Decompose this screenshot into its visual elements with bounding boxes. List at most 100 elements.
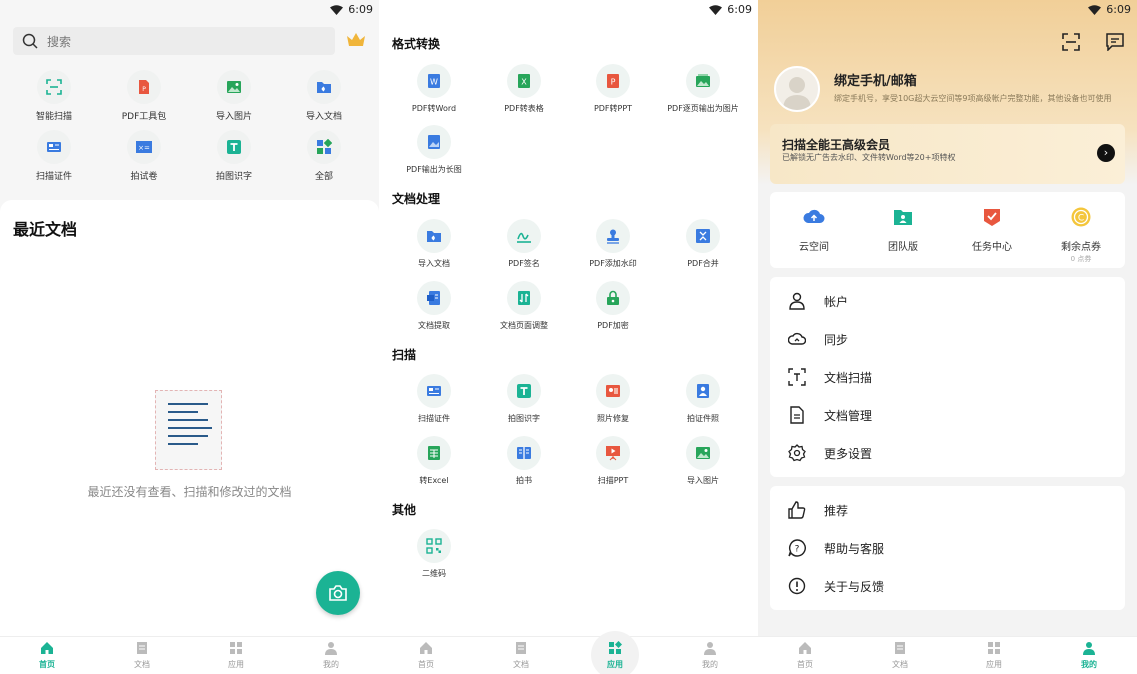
quick-coupons[interactable]: C 剩余点券 0 点券 (1037, 206, 1125, 264)
app-qr-code[interactable]: 二维码 (389, 529, 479, 579)
menu-label: 文档管理 (824, 409, 873, 423)
app-label: 转Excel (419, 476, 449, 485)
tool-scan-id[interactable]: 扫描证件 (14, 130, 94, 182)
app-import-image[interactable]: 导入图片 (658, 436, 748, 486)
tab-home[interactable]: 首页 (17, 641, 77, 670)
tab-apps[interactable]: 应用 (206, 641, 266, 670)
svg-text:W: W (430, 78, 438, 87)
camera-button[interactable] (316, 571, 360, 615)
tool-all[interactable]: 全部 (284, 130, 364, 182)
wifi-icon (1088, 5, 1101, 15)
app-pdf-signature[interactable]: PDF签名 (479, 219, 569, 269)
crown-icon[interactable] (346, 32, 366, 48)
app-scan-id[interactable]: 扫描证件 (389, 374, 479, 424)
apps-icon (609, 640, 623, 654)
app-pdf-pages-to-images[interactable]: PDF逐页输出为图片 (658, 64, 748, 114)
app-ocr-text[interactable]: 拍图识字 (479, 374, 569, 424)
section-title-format-conversion: 格式转换 (392, 37, 441, 51)
app-pdf-to-excel[interactable]: X PDF转表格 (479, 64, 569, 114)
qr-code-icon (426, 538, 442, 554)
wifi-icon (330, 5, 343, 15)
tab-me[interactable]: 我的 (301, 641, 361, 670)
tab-documents[interactable]: 文档 (491, 641, 551, 670)
tool-label: 智能扫描 (35, 112, 72, 122)
scan-frame-icon[interactable] (1062, 33, 1080, 51)
tool-label: 拍图识字 (215, 172, 252, 182)
status-time: 6:09 (727, 3, 752, 16)
menu-about-feedback[interactable]: 关于与反馈 (770, 567, 1125, 605)
app-label: PDF输出为长图 (406, 165, 462, 174)
quick-task-center[interactable]: 任务中心 (948, 206, 1036, 253)
section-title-document-processing: 文档处理 (392, 192, 441, 206)
app-id-photo[interactable]: 拍证件照 (658, 374, 748, 424)
tab-apps[interactable]: 应用 (964, 641, 1024, 670)
menu-document-scan[interactable]: 文档扫描 (770, 358, 1125, 396)
tool-label: 导入文档 (305, 112, 342, 122)
app-label: 拍图识字 (508, 414, 540, 423)
tab-me[interactable]: 我的 (680, 641, 740, 670)
menu-label: 推荐 (824, 504, 849, 518)
gear-icon (788, 444, 806, 462)
tool-ocr-text[interactable]: 拍图识字 (194, 130, 274, 182)
tool-pdf-toolkit[interactable]: P PDF工具包 (104, 70, 184, 122)
app-pdf-encrypt[interactable]: PDF加密 (568, 281, 658, 331)
cloud-sync-icon (788, 332, 806, 345)
menu-more-settings[interactable]: 更多设置 (770, 434, 1125, 472)
menu-document-management[interactable]: 文档管理 (770, 396, 1125, 434)
message-icon[interactable] (1106, 33, 1124, 51)
excel-icon: X (518, 74, 530, 88)
avatar[interactable] (774, 66, 820, 112)
team-folder-icon (894, 210, 912, 225)
app-label: 文档提取 (418, 321, 450, 330)
pdf-toolkit-icon: P (139, 80, 149, 94)
menu-label: 文档扫描 (824, 371, 873, 385)
quick-team-edition[interactable]: 团队版 (859, 206, 947, 253)
app-to-excel[interactable]: 转Excel (389, 436, 479, 486)
tab-documents[interactable]: 文档 (112, 641, 172, 670)
quick-cloud-space[interactable]: 云空间 (770, 206, 858, 253)
bottom-tab-bar: 首页 文档 应用 我的 (379, 631, 758, 674)
menu-account[interactable]: 帐户 (770, 282, 1125, 320)
app-pdf-to-long-image[interactable]: PDF输出为长图 (389, 125, 479, 175)
tab-apps[interactable]: 应用 (585, 631, 645, 674)
tool-import-image[interactable]: 导入图片 (194, 70, 274, 122)
tab-label: 首页 (797, 660, 813, 669)
svg-text:×=: ×= (138, 144, 150, 152)
recent-title: 最近文档 (13, 220, 78, 239)
home-icon (41, 642, 53, 654)
book-icon (517, 447, 531, 459)
app-scan-ppt[interactable]: 扫描PPT (568, 436, 658, 486)
status-bar: 6:09 (758, 0, 1137, 20)
menu-recommend[interactable]: 推荐 (770, 491, 1125, 529)
ocr-text-icon (227, 140, 241, 154)
tab-home[interactable]: 首页 (396, 641, 456, 670)
app-document-extract[interactable]: 文档提取 (389, 281, 479, 331)
tab-home[interactable]: 首页 (775, 641, 835, 670)
scan-text-icon (788, 368, 806, 386)
app-pdf-merge[interactable]: PDF合并 (658, 219, 748, 269)
status-time: 6:09 (348, 3, 373, 16)
bind-account-title[interactable]: 绑定手机/邮箱 (834, 70, 917, 89)
presentation-icon (606, 446, 620, 461)
bind-account-description: 绑定手机号，享受10G超大云空间等9项高级帐户完整功能，其他设备也可使用 (834, 94, 1112, 103)
lock-icon (607, 290, 619, 305)
tool-import-document[interactable]: 导入文档 (284, 70, 364, 122)
premium-member-banner[interactable]: 扫描全能王高级会员 已解锁无广告去水印、文件转Word等20+项特权 › (770, 124, 1125, 184)
app-scan-book[interactable]: 拍书 (479, 436, 569, 486)
menu-sync[interactable]: 同步 (770, 320, 1125, 358)
app-page-adjust[interactable]: 文档页面调整 (479, 281, 569, 331)
app-pdf-to-word[interactable]: W PDF转Word (389, 64, 479, 114)
tool-smart-scan[interactable]: 智能扫描 (14, 70, 94, 122)
tool-scan-exam[interactable]: ×= 拍试卷 (104, 130, 184, 182)
app-pdf-watermark[interactable]: PDF添加水印 (568, 219, 658, 269)
app-pdf-to-ppt[interactable]: P PDF转PPT (568, 64, 658, 114)
search-bar[interactable]: 搜索 (13, 27, 335, 55)
tab-documents[interactable]: 文档 (870, 641, 930, 670)
app-photo-restore[interactable]: 照片修复 (568, 374, 658, 424)
import-document-icon (427, 231, 441, 242)
tab-me[interactable]: 我的 (1059, 641, 1119, 670)
support-menu-card: 推荐 ? 帮助与客服 关于与反馈 (770, 486, 1125, 610)
menu-help-support[interactable]: ? 帮助与客服 (770, 529, 1125, 567)
app-import-document[interactable]: 导入文档 (389, 219, 479, 269)
quick-label: 剩余点券 (1061, 242, 1101, 253)
